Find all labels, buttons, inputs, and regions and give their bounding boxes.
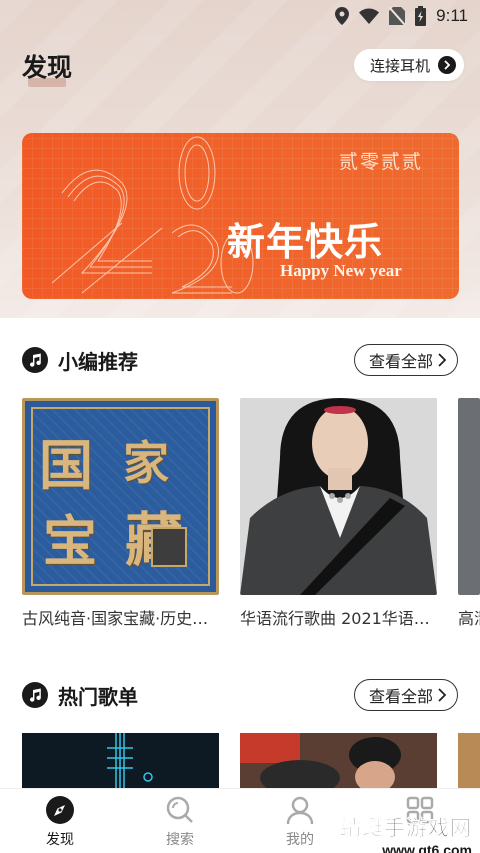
status-time: 9:11 [436, 6, 468, 25]
nav-mine[interactable]: 我的 [270, 795, 330, 849]
watermark-url: www.qt6.com [382, 842, 472, 853]
user-icon [286, 796, 314, 825]
section-header-recommend: 小编推荐 [22, 343, 138, 377]
see-all-label: 查看全部 [368, 352, 433, 371]
playlist-cover [240, 398, 437, 595]
nav-discover[interactable]: 发现 [30, 795, 90, 849]
status-bar: 9:11 [0, 0, 480, 34]
connect-headphones-button[interactable]: 连接耳机 [353, 49, 464, 81]
nav-label: 我的 [286, 832, 314, 848]
playlist-card[interactable]: 高清 [458, 398, 480, 629]
guitar-art [107, 733, 153, 788]
playlist-title: 古风纯音·国家宝藏·历史… [22, 609, 209, 628]
wifi-icon [359, 8, 380, 24]
no-sim-icon [389, 7, 406, 25]
music-note-icon [22, 682, 48, 708]
chevron-right-icon [438, 688, 447, 702]
cover-char: 宝 [43, 509, 97, 573]
location-icon [335, 7, 350, 25]
banner-title: 新年快乐 [227, 219, 384, 264]
site-watermark: 蜻蜓手游戏网 www.qt6.com [340, 812, 472, 853]
section-header-hot: 热门歌单 [22, 678, 138, 712]
nav-search[interactable]: 搜索 [150, 795, 210, 849]
section-title-hot: 热门歌单 [58, 684, 138, 709]
battery-charging-icon [415, 6, 427, 26]
cover-char: 国 [39, 433, 93, 497]
playlist-cover[interactable] [22, 733, 219, 788]
see-all-label: 查看全部 [368, 687, 433, 706]
portrait-image [240, 398, 437, 595]
see-all-button-hot[interactable]: 查看全部 [353, 679, 458, 711]
music-note-icon [22, 347, 48, 373]
playlist-title: 高清 [458, 609, 480, 628]
playlist-title: 华语流行歌曲 2021华语… [240, 609, 430, 628]
playlist-card[interactable]: 国 家 宝 藏 古风纯音·国家宝藏·历史… [22, 398, 219, 629]
content-area: 小编推荐 查看全部 国 家 宝 藏 古风纯音·国家宝藏·历史… [0, 318, 480, 788]
chevron-right-icon [438, 56, 456, 74]
banner-subtitle: Happy New year [280, 261, 402, 280]
playlist-cover[interactable] [458, 733, 480, 788]
banner-year-text: 贰零贰贰 [338, 151, 423, 173]
compass-icon [46, 796, 74, 824]
cover-char: 家 [123, 436, 169, 490]
connect-headphones-label: 连接耳机 [369, 56, 430, 75]
search-icon [166, 796, 193, 823]
see-all-button-recommend[interactable]: 查看全部 [353, 344, 458, 376]
playlist-cover [458, 398, 480, 595]
nav-label: 搜索 [166, 832, 194, 848]
new-year-banner[interactable]: 贰零贰贰 新年快乐 Happy New year [22, 133, 459, 299]
watermark-title: 蜻蜓手游戏网 [340, 816, 472, 841]
chevron-right-icon [438, 353, 447, 367]
nav-label: 发现 [46, 832, 74, 848]
section-title-recommend: 小编推荐 [58, 349, 138, 374]
playlist-cover: 国 家 宝 藏 [22, 398, 219, 595]
playlist-card[interactable]: 华语流行歌曲 2021华语… [240, 398, 437, 629]
cover-bronze-vessel [151, 527, 187, 567]
playlist-cover[interactable] [240, 733, 437, 788]
street-art [240, 733, 437, 788]
page-title: 发现 [22, 53, 73, 82]
